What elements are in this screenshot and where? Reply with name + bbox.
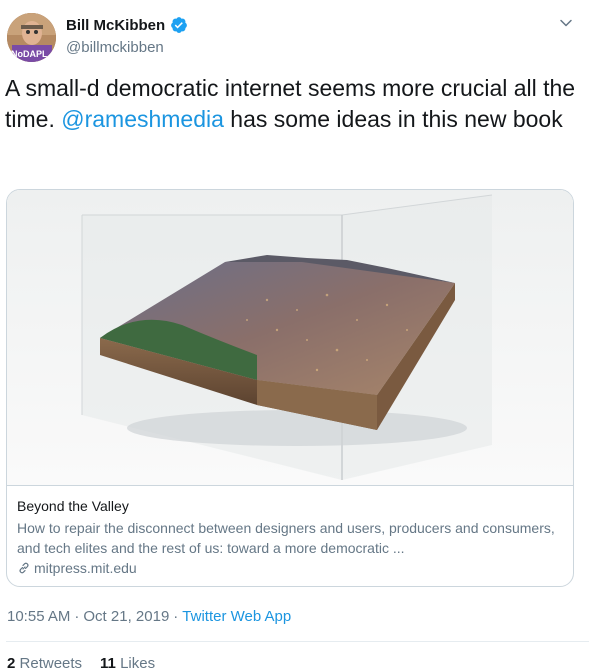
tweet-date[interactable]: Oct 21, 2019	[83, 608, 169, 625]
chevron-down-icon[interactable]	[559, 16, 573, 30]
meta-separator: ·	[74, 608, 80, 625]
card-body[interactable]: Beyond the Valley How to repair the disc…	[17, 497, 563, 576]
author-name-row[interactable]: Bill McKibben	[66, 16, 188, 34]
tweet: NoDAPL Bill McKibben @billmckibben A sma…	[0, 0, 593, 669]
tweet-stats: 2 Retweets 11 Likes	[7, 655, 155, 669]
tweet-source-link[interactable]: Twitter Web App	[182, 608, 291, 625]
card-image[interactable]	[7, 190, 573, 486]
mention-link[interactable]: @rameshmedia	[61, 106, 224, 132]
retweets-label: Retweets	[19, 655, 83, 669]
tweet-text-part2: has some ideas in this new book	[223, 105, 563, 132]
likes-stat[interactable]: 11 Likes	[100, 655, 155, 669]
divider	[6, 641, 589, 642]
likes-label: Likes	[120, 655, 156, 669]
card-description: How to repair the disconnect between des…	[17, 520, 555, 556]
retweets-count: 2	[7, 655, 16, 669]
tweet-text: A small-d democratic internet seems more…	[5, 73, 580, 134]
card-domain[interactable]: mitpress.mit.edu	[34, 560, 137, 576]
tweet-meta: 10:55 AM · Oct 21, 2019 · Twitter Web Ap…	[7, 608, 291, 625]
card-title[interactable]: Beyond the Valley	[17, 497, 563, 516]
card-domain-row[interactable]: mitpress.mit.edu	[17, 560, 563, 576]
avatar[interactable]: NoDAPL	[7, 13, 56, 62]
likes-count: 11	[100, 655, 116, 669]
link-card[interactable]: Beyond the Valley How to repair the disc…	[6, 189, 574, 587]
author-handle[interactable]: @billmckibben	[66, 39, 164, 56]
link-icon	[17, 561, 31, 575]
display-name[interactable]: Bill McKibben	[66, 17, 165, 34]
verified-badge-icon	[170, 16, 188, 34]
avatar-badge-text: NoDAPL	[11, 49, 48, 59]
retweets-stat[interactable]: 2 Retweets	[7, 655, 82, 669]
tweet-time[interactable]: 10:55 AM	[7, 608, 70, 625]
meta-separator: ·	[173, 608, 179, 625]
